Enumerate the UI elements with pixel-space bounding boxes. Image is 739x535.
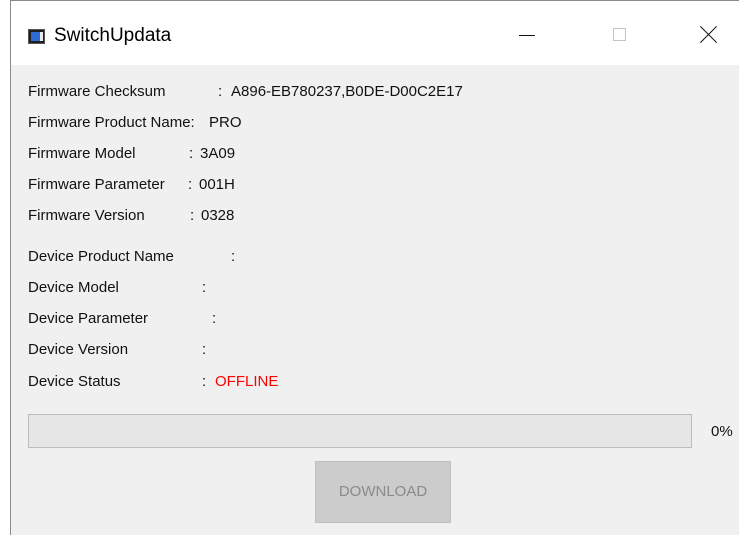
progress-percent: 0% (711, 423, 733, 440)
device-model-label: Device Model (28, 279, 119, 296)
device-status-value: OFFLINE (215, 373, 279, 390)
device-status-separator: : (202, 373, 207, 390)
maximize-icon (613, 28, 626, 41)
firmware-version-label: Firmware Version (28, 207, 145, 224)
firmware-product-name-value: PRO (209, 114, 242, 131)
device-model-separator: : (202, 279, 207, 296)
firmware-model-value: 3A09 (200, 145, 236, 162)
firmware-parameter-label: Firmware Parameter (28, 176, 165, 193)
device-version-label: Device Version (28, 341, 129, 358)
close-button[interactable] (675, 1, 739, 65)
minimize-icon (519, 35, 535, 36)
app-window: SwitchUpdata Firmware Checksum : A896-EB… (10, 0, 739, 535)
device-product-name-label: Device Product Name (28, 248, 174, 265)
device-status-label: Device Status (28, 373, 121, 390)
app-window-icon (28, 29, 45, 44)
minimize-button[interactable] (493, 1, 557, 65)
firmware-product-name-label: Firmware Product Name: (28, 114, 195, 131)
firmware-checksum-separator: : (218, 83, 223, 100)
device-parameter-label: Device Parameter (28, 310, 149, 327)
firmware-model-separator: : (189, 145, 194, 162)
close-icon (699, 25, 718, 44)
firmware-version-separator: : (190, 207, 195, 224)
device-version-separator: : (202, 341, 207, 358)
title-bar[interactable]: SwitchUpdata (11, 1, 739, 65)
download-button[interactable]: DOWNLOAD (315, 461, 451, 523)
device-parameter-separator: : (212, 310, 217, 327)
firmware-checksum-value: A896-EB780237,B0DE-D00C2E17 (231, 83, 463, 100)
device-product-name-separator: : (231, 248, 236, 265)
firmware-version-value: 0328 (201, 207, 235, 224)
firmware-parameter-value: 001H (199, 176, 235, 193)
maximize-button[interactable] (587, 1, 651, 65)
firmware-parameter-separator: : (188, 176, 193, 193)
window-title: SwitchUpdata (54, 25, 172, 46)
firmware-model-label: Firmware Model (28, 145, 136, 162)
firmware-checksum-label: Firmware Checksum (28, 83, 166, 100)
download-progress-bar (28, 414, 692, 448)
